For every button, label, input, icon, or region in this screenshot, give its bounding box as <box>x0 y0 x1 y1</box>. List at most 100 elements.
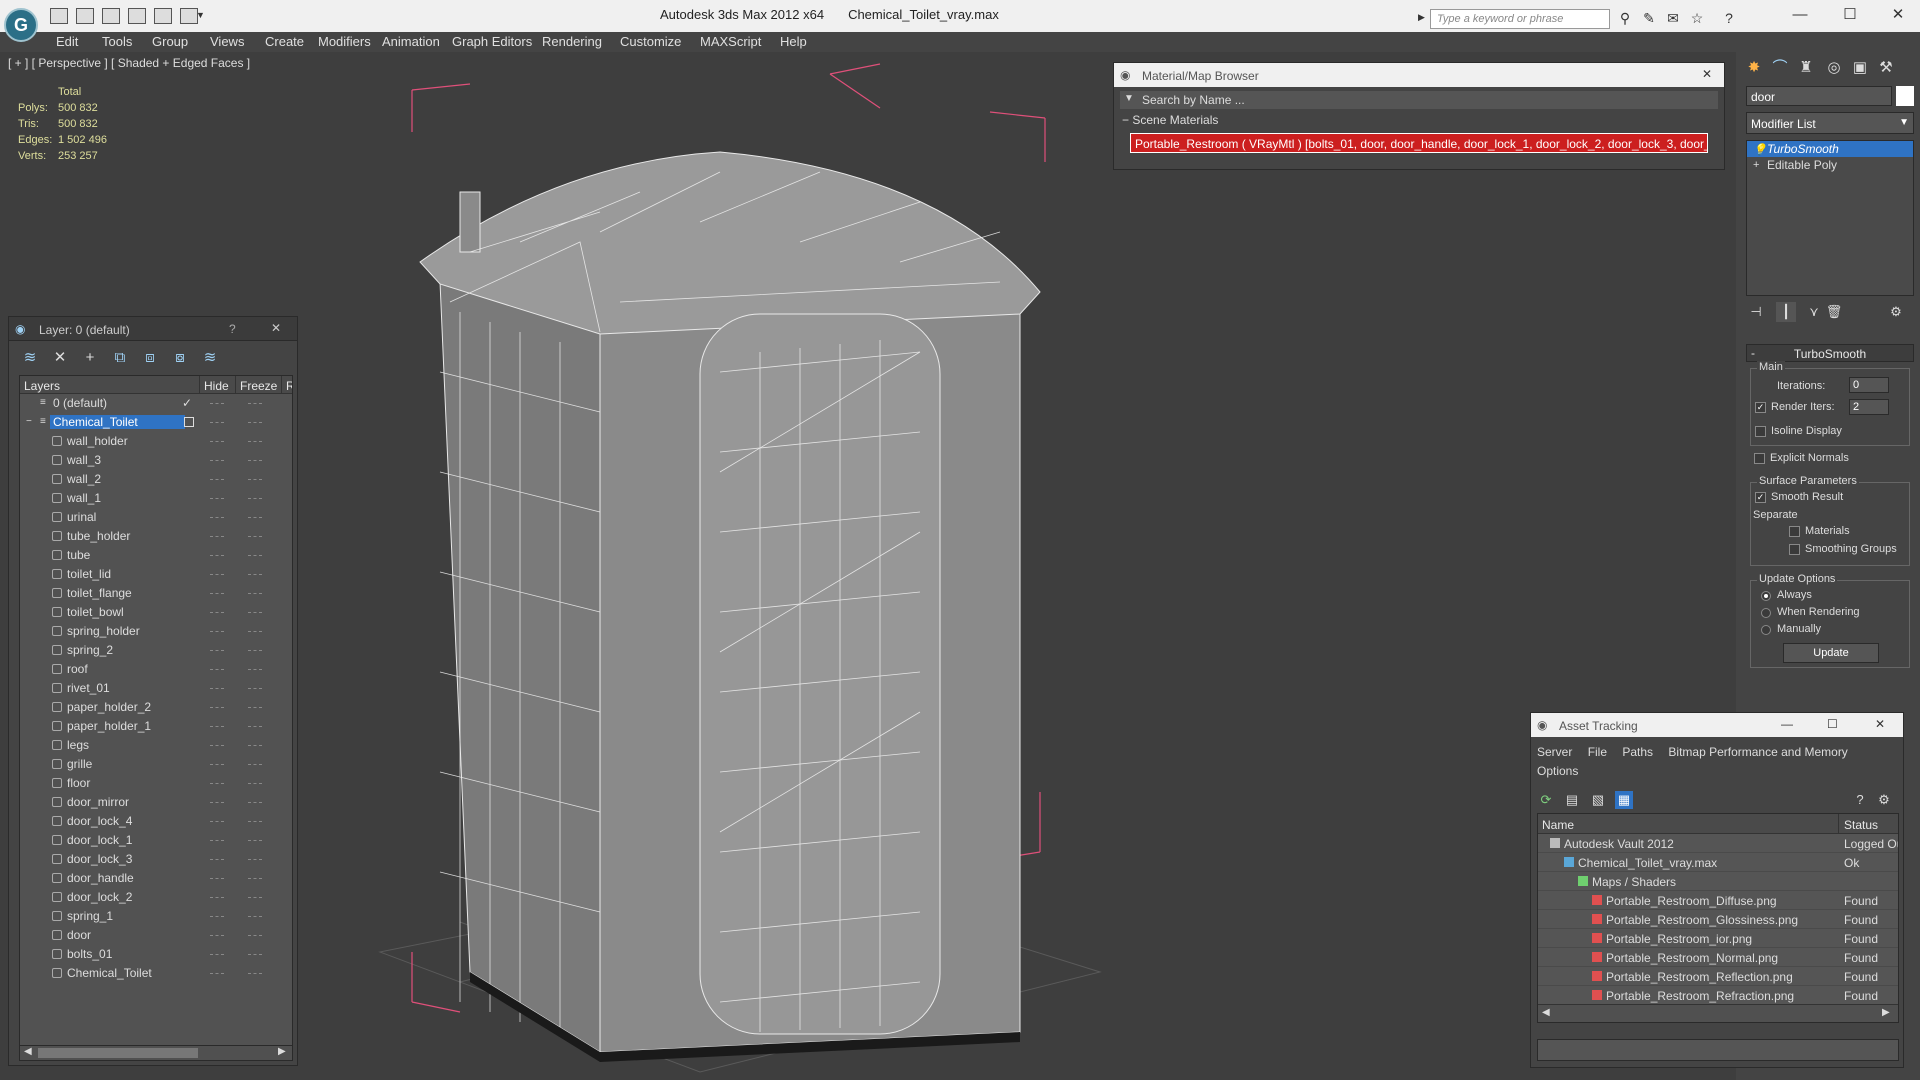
layer-object-row[interactable]: grille <box>20 755 292 774</box>
menu-edit[interactable]: Edit <box>56 34 78 49</box>
layer-object-row[interactable]: Chemical_Toilet <box>20 964 292 983</box>
layer-name[interactable]: 0 (default) <box>50 396 110 410</box>
freeze-toggle[interactable] <box>248 574 262 575</box>
expand-icon[interactable]: + <box>1753 159 1759 171</box>
hide-toggle[interactable] <box>210 669 224 670</box>
asset-row[interactable]: Autodesk Vault 2012 Logged Ou <box>1538 834 1898 853</box>
freeze-toggle[interactable] <box>248 479 262 480</box>
freeze-toggle[interactable] <box>248 688 262 689</box>
layer-object-row[interactable]: paper_holder_1 <box>20 717 292 736</box>
column-render[interactable]: R <box>282 376 292 393</box>
layer-object-row[interactable]: door <box>20 926 292 945</box>
freeze-toggle[interactable] <box>248 973 262 974</box>
layer-object-row[interactable]: rivet_01 <box>20 679 292 698</box>
freeze-toggle[interactable] <box>248 783 262 784</box>
set-current-checkbox[interactable] <box>184 417 194 427</box>
layer-object-row[interactable]: paper_holder_2 <box>20 698 292 717</box>
object-name[interactable]: wall_3 <box>64 453 104 467</box>
hide-toggle[interactable] <box>210 954 224 955</box>
hide-toggle[interactable] <box>210 517 224 518</box>
layer-help-button[interactable]: ? <box>229 322 236 336</box>
hold-icon[interactable] <box>128 8 146 24</box>
layer-row-default[interactable]: ≡ 0 (default) ✓ <box>20 394 292 413</box>
stack-item-editable-poly[interactable]: + Editable Poly <box>1747 157 1913 173</box>
layer-name[interactable]: Chemical_Toilet <box>50 415 185 429</box>
layer-object-row[interactable]: tube_holder <box>20 527 292 546</box>
layer-object-row[interactable]: toilet_flange <box>20 584 292 603</box>
hide-toggle[interactable] <box>210 593 224 594</box>
favorites-star-icon[interactable]: ☆ <box>1688 10 1706 26</box>
hide-toggle[interactable] <box>210 688 224 689</box>
layer-object-row[interactable]: wall_2 <box>20 470 292 489</box>
layer-object-row[interactable]: toilet_lid <box>20 565 292 584</box>
create-tab-icon[interactable]: ✸ <box>1744 58 1764 78</box>
scroll-right-icon[interactable]: ▶ <box>278 1046 286 1057</box>
render-iters-checkbox[interactable]: ✓ <box>1755 402 1766 413</box>
menu-modifiers[interactable]: Modifiers <box>318 34 371 49</box>
create-layer-icon[interactable]: ≋ <box>21 349 39 367</box>
new-file-icon[interactable] <box>102 8 120 24</box>
object-name[interactable]: wall_1 <box>64 491 104 505</box>
object-name[interactable]: wall_2 <box>64 472 104 486</box>
object-name[interactable]: door_mirror <box>64 795 132 809</box>
freeze-toggle[interactable] <box>248 650 262 651</box>
layer-object-row[interactable]: spring_2 <box>20 641 292 660</box>
freeze-toggle[interactable] <box>248 669 262 670</box>
object-name[interactable]: door_lock_1 <box>64 833 135 847</box>
current-layer-check-icon[interactable]: ✓ <box>182 396 192 410</box>
object-name[interactable]: toilet_flange <box>64 586 135 600</box>
hide-all-icon[interactable]: ⧇ <box>171 349 189 367</box>
hide-toggle[interactable] <box>210 555 224 556</box>
hide-toggle[interactable] <box>210 840 224 841</box>
vault-help-icon[interactable]: ? <box>1851 791 1869 809</box>
menu-tools[interactable]: Tools <box>102 34 132 49</box>
collapse-icon[interactable]: − <box>26 416 32 427</box>
app-logo-icon[interactable]: G <box>4 8 38 42</box>
freeze-toggle[interactable] <box>248 878 262 879</box>
freeze-toggle[interactable] <box>248 403 262 404</box>
thumbnail-view-icon[interactable]: ▧ <box>1589 791 1607 809</box>
object-name[interactable]: paper_holder_2 <box>64 700 154 714</box>
make-unique-icon[interactable]: ⋎ <box>1804 302 1824 322</box>
object-name[interactable]: grille <box>64 757 95 771</box>
freeze-toggle[interactable] <box>248 460 262 461</box>
asset-tracking-titlebar[interactable]: ◉ Asset Tracking — ☐ ✕ <box>1531 713 1903 737</box>
quick-access-dropdown-icon[interactable]: ▼ <box>196 10 205 20</box>
freeze-toggle[interactable] <box>248 441 262 442</box>
material-browser-titlebar[interactable]: ◉ Material/Map Browser ✕ <box>1114 63 1724 87</box>
layer-object-row[interactable]: urinal <box>20 508 292 527</box>
materials-checkbox[interactable] <box>1789 526 1800 537</box>
column-status[interactable]: Status <box>1844 818 1878 832</box>
object-name[interactable]: spring_2 <box>64 643 116 657</box>
freeze-toggle[interactable] <box>248 593 262 594</box>
menu-graph-editors[interactable]: Graph Editors <box>452 34 532 49</box>
hide-toggle[interactable] <box>210 479 224 480</box>
layer-window-titlebar[interactable]: ◉ Layer: 0 (default) ? ✕ <box>9 317 297 341</box>
hide-toggle[interactable] <box>210 764 224 765</box>
material-entry[interactable]: Portable_Restroom ( VRayMtl ) [bolts_01,… <box>1130 133 1708 153</box>
layer-object-row[interactable]: door_handle <box>20 869 292 888</box>
binoculars-icon[interactable]: ⚲ <box>1616 10 1634 26</box>
object-name[interactable]: door <box>64 928 94 942</box>
hide-toggle[interactable] <box>210 745 224 746</box>
hide-toggle[interactable] <box>210 403 224 404</box>
help-icon[interactable]: ? <box>1720 10 1738 26</box>
asset-row[interactable]: Portable_Restroom_Glossiness.png Found <box>1538 910 1898 929</box>
layer-object-row[interactable]: door_lock_4 <box>20 812 292 831</box>
object-name[interactable]: paper_holder_1 <box>64 719 154 733</box>
asset-row[interactable]: Portable_Restroom_Normal.png Found <box>1538 948 1898 967</box>
hide-toggle[interactable] <box>210 878 224 879</box>
layer-object-row[interactable]: spring_holder <box>20 622 292 641</box>
utilities-tab-icon[interactable]: ⚒ <box>1876 58 1896 78</box>
material-browser-close-icon[interactable]: ✕ <box>1702 67 1712 81</box>
layer-object-row[interactable]: wall_3 <box>20 451 292 470</box>
remove-modifier-icon[interactable]: 🗑 <box>1824 302 1844 322</box>
menu-group[interactable]: Group <box>152 34 188 49</box>
scroll-right-icon[interactable]: ▶ <box>1882 1007 1890 1018</box>
object-name[interactable]: spring_1 <box>64 909 116 923</box>
search-expand-icon[interactable]: ▶ <box>1418 12 1425 23</box>
object-name[interactable]: urinal <box>64 510 99 524</box>
asset-horizontal-scrollbar[interactable]: ◀ ▶ <box>1538 1004 1898 1022</box>
hierarchy-tab-icon[interactable]: ♜ <box>1796 58 1816 78</box>
hide-toggle[interactable] <box>210 498 224 499</box>
